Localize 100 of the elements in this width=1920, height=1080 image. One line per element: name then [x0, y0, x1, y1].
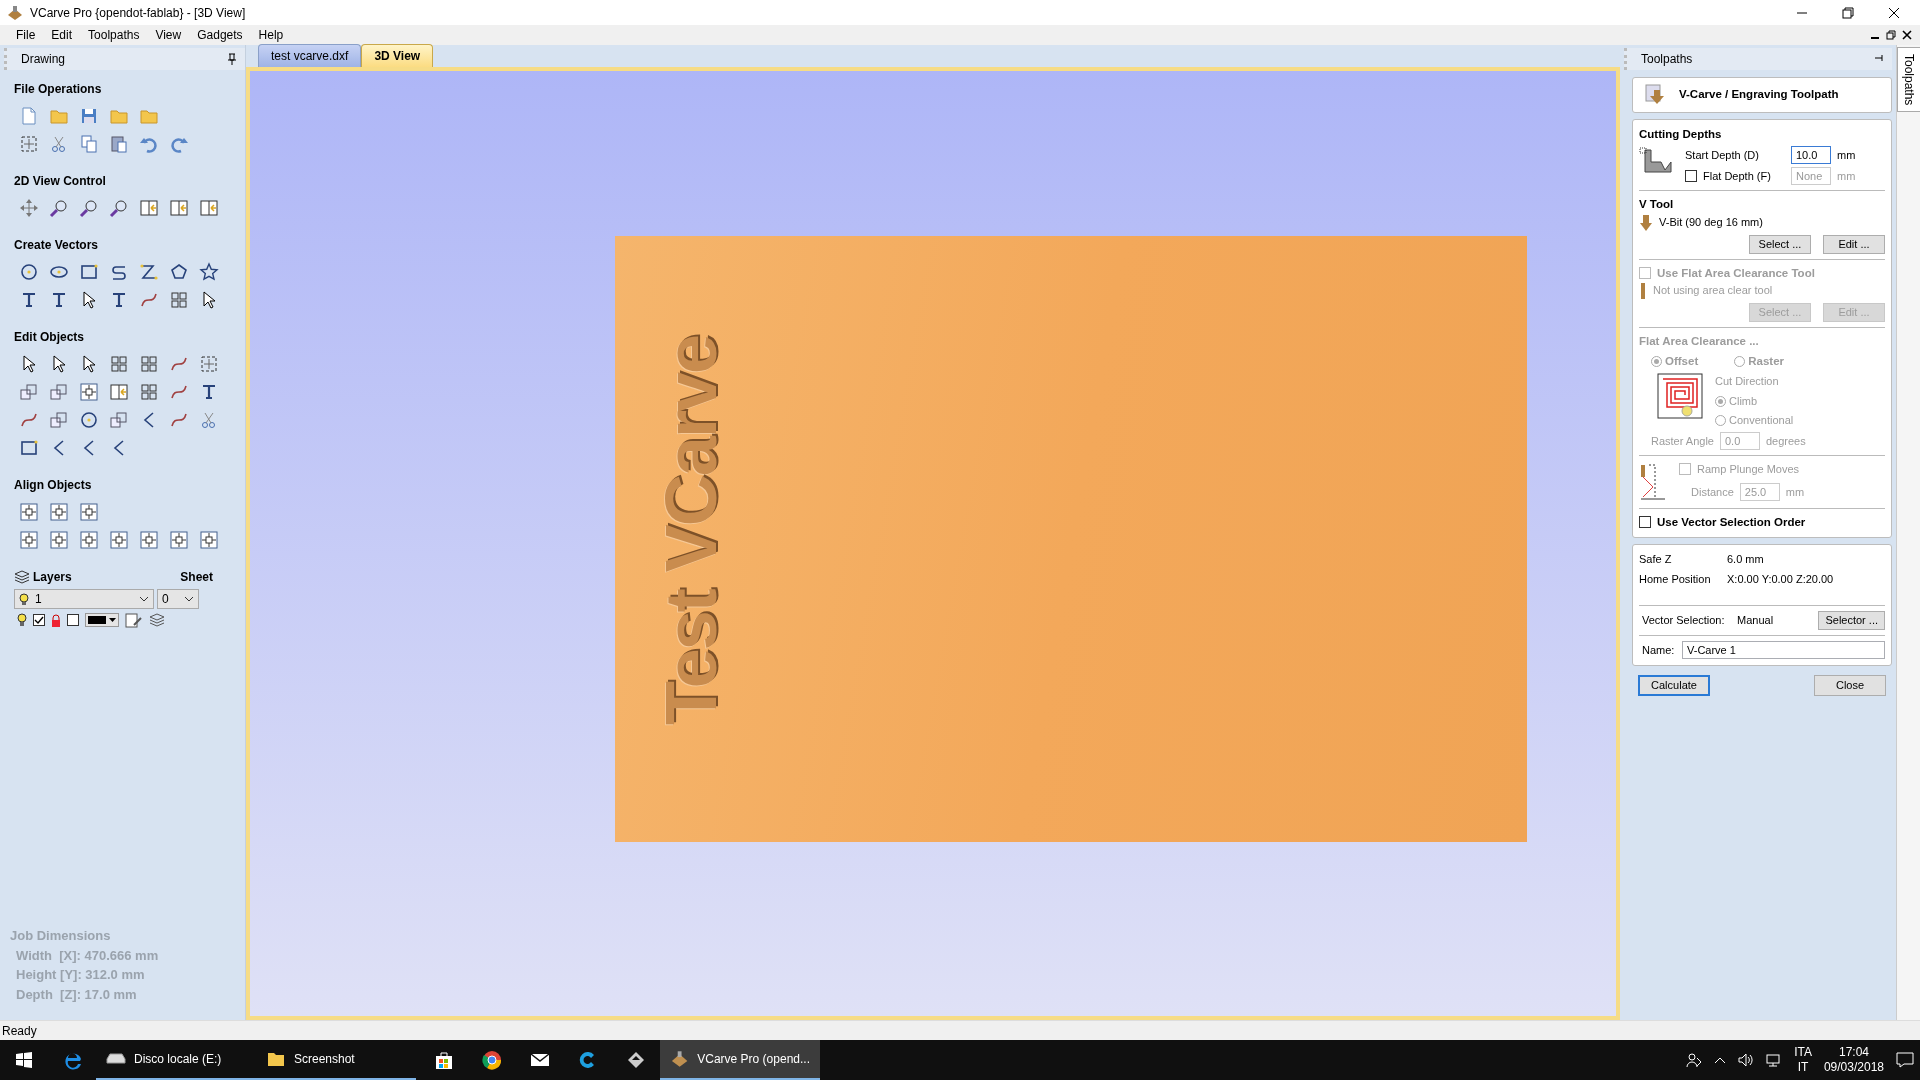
circle-icon[interactable] [19, 262, 39, 282]
grid-icon[interactable] [109, 354, 129, 374]
grid-icon[interactable] [139, 354, 159, 374]
notification-icon[interactable] [1896, 1052, 1914, 1068]
align-icon[interactable] [79, 382, 99, 402]
layer-dropdown[interactable]: 1 [14, 589, 154, 609]
v-bit-tool-icon [1645, 84, 1667, 106]
language-indicator[interactable]: IT [1797, 1060, 1809, 1075]
section-heading: Sheet [180, 569, 213, 586]
field-label: Start Depth (D) [1685, 148, 1760, 163]
rectangle-icon[interactable] [79, 262, 99, 282]
diamond-arrow-icon[interactable] [626, 1050, 646, 1070]
align-icon[interactable] [169, 530, 189, 550]
pin-icon[interactable] [227, 53, 237, 65]
speaker-icon[interactable] [1738, 1053, 1755, 1067]
clipboard-icon[interactable] [109, 134, 129, 154]
panel-icon[interactable] [139, 198, 159, 218]
side-tab[interactable]: Toolpaths [1897, 47, 1920, 113]
bulb-icon[interactable] [17, 613, 27, 627]
name-field[interactable]: V-Carve 1 [1682, 641, 1885, 659]
squares-icon[interactable] [19, 382, 39, 402]
layers-icon[interactable] [149, 612, 165, 628]
start-depth-field[interactable]: 10.0 [1791, 146, 1831, 165]
align-icon[interactable] [19, 502, 39, 522]
people-icon[interactable] [1686, 1052, 1703, 1068]
copy-icon[interactable] [79, 134, 99, 154]
status-text: Ready [2, 1022, 37, 1040]
envelope-icon[interactable] [530, 1052, 550, 1068]
circle-icon[interactable] [79, 410, 99, 430]
squares-icon[interactable] [49, 382, 69, 402]
align-icon[interactable] [19, 530, 39, 550]
align-icon[interactable] [79, 530, 99, 550]
radio-button[interactable] [1715, 415, 1726, 426]
panel-icon[interactable] [109, 382, 129, 402]
taskbar-window-button[interactable]: Disco locale (E:) [96, 1040, 256, 1080]
clock-time[interactable]: 17:04 [1838, 1045, 1869, 1060]
squares-icon[interactable] [109, 410, 129, 430]
menu-item[interactable]: Edit [43, 26, 81, 44]
color-picker-icon[interactable] [85, 613, 119, 627]
panel-icon[interactable] [199, 198, 219, 218]
tool-button[interactable]: Edit ... [1823, 234, 1885, 254]
taskbar-window-button[interactable]: Screenshot [256, 1040, 416, 1080]
grid-icon[interactable] [169, 290, 189, 310]
close-icon[interactable] [1902, 30, 1912, 40]
checkbox[interactable] [1639, 516, 1651, 529]
align-icon[interactable] [109, 530, 129, 550]
taskbar-window-button[interactable]: VCarve Pro (opend... [660, 1040, 820, 1080]
windows-logo-icon[interactable] [16, 1052, 32, 1068]
magnifier-icon[interactable] [49, 198, 69, 218]
network-icon[interactable] [1766, 1053, 1783, 1067]
shopping-bag-icon[interactable] [434, 1050, 454, 1070]
align-icon[interactable] [49, 530, 69, 550]
align-icon[interactable] [79, 502, 99, 522]
selection-frame-icon[interactable] [199, 354, 219, 374]
tool-button[interactable]: Select ... [1749, 234, 1811, 254]
move-arrows-icon[interactable] [19, 198, 39, 218]
document-tab[interactable]: 3D View [361, 44, 434, 67]
chevron-up-icon[interactable] [1714, 1056, 1727, 1064]
magnifier-icon[interactable] [79, 198, 99, 218]
panel-title: Toolpaths [1641, 51, 1693, 68]
empty-square-icon[interactable] [67, 614, 79, 626]
document-tab[interactable]: test vcarve.dxf [258, 44, 362, 67]
menu-item[interactable]: Help [250, 26, 292, 44]
padlock-icon[interactable] [51, 613, 61, 627]
restore-icon[interactable] [1886, 30, 1896, 40]
section-heading: Create Vectors [14, 237, 100, 254]
sheet-dropdown[interactable]: 0 [157, 589, 199, 609]
align-icon[interactable] [199, 530, 219, 550]
menu-item[interactable]: Toolpaths [80, 26, 148, 44]
clock-date[interactable]: 09/03/2018 [1823, 1060, 1884, 1075]
selection-frame-icon[interactable] [19, 134, 39, 154]
grid-icon[interactable] [139, 382, 159, 402]
radio-button[interactable] [1651, 356, 1662, 368]
radio-button[interactable] [1734, 356, 1746, 368]
star-icon[interactable] [199, 262, 219, 282]
browser-e-icon[interactable] [62, 1050, 82, 1070]
menu-item[interactable]: Gadgets [189, 26, 251, 44]
checkbox[interactable] [1679, 463, 1691, 475]
dialog-button[interactable]: Close [1814, 675, 1886, 696]
radio-button[interactable] [1715, 395, 1726, 407]
app-logo-icon [6, 4, 24, 21]
align-icon[interactable] [49, 502, 69, 522]
squares-icon[interactable] [49, 410, 69, 430]
rectangle-icon[interactable] [19, 438, 39, 458]
selector-button[interactable]: Selector ... [1818, 611, 1885, 630]
align-icon[interactable] [139, 530, 159, 550]
checked-checkbox[interactable] [33, 614, 45, 626]
page-pen-icon[interactable] [125, 612, 143, 628]
pentagon-icon[interactable] [169, 262, 189, 282]
browser-c-icon[interactable] [482, 1050, 502, 1070]
panel-icon[interactable] [169, 198, 189, 218]
selection-mode-text: Manual [1737, 613, 1775, 629]
magnifier-icon[interactable] [109, 198, 129, 218]
checkbox[interactable] [1685, 170, 1697, 183]
menu-item[interactable]: View [147, 26, 190, 44]
menu-item[interactable]: File [8, 26, 44, 44]
dialog-button[interactable]: Calculate [1638, 675, 1710, 696]
language-indicator[interactable]: ITA [1794, 1045, 1812, 1060]
zigzag-icon[interactable] [139, 262, 159, 282]
checkbox[interactable] [1639, 267, 1651, 280]
